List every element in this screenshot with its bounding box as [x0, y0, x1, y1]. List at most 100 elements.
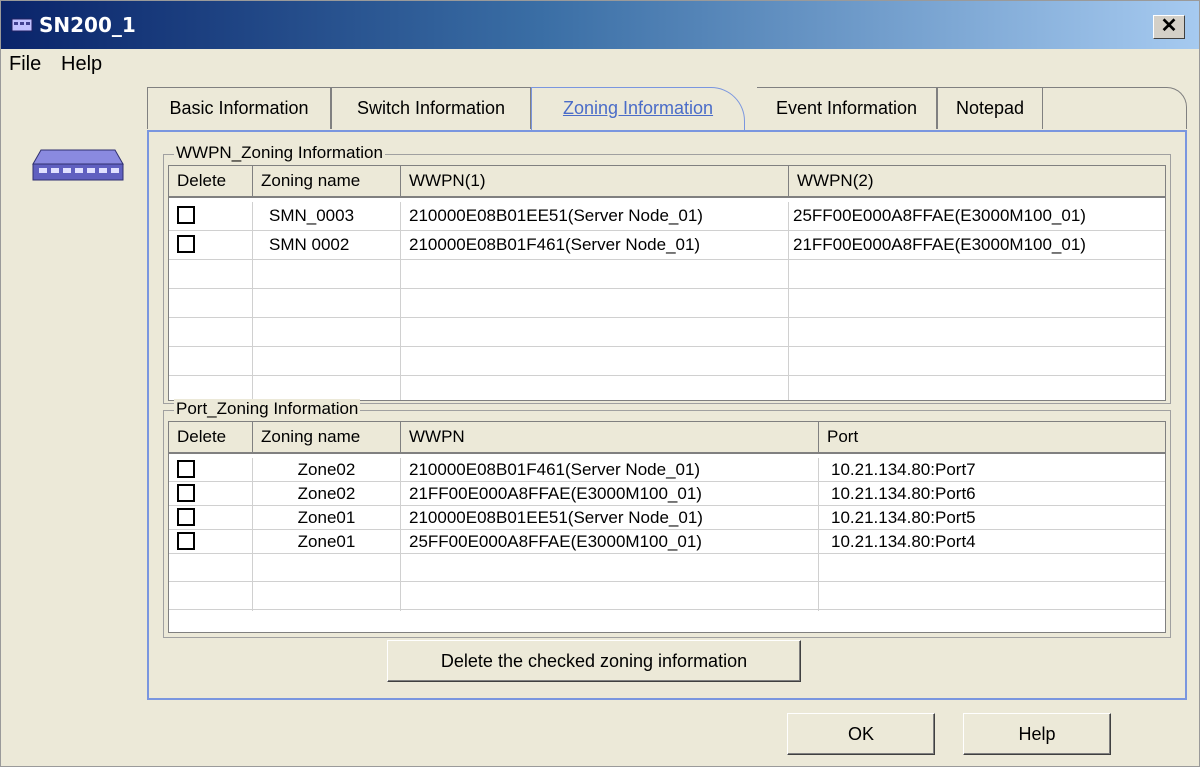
wwpn-zoning-table: Delete Zoning name WWPN(1) WWPN(2) SMN_0…: [168, 165, 1166, 401]
empty-cell: [401, 260, 789, 289]
tab-label: Zoning Information: [562, 98, 714, 118]
port-cell: 10.21.134.80:Port7: [831, 460, 976, 479]
title-bar[interactable]: SN200_1 ✕: [1, 1, 1199, 49]
tab-label: Notepad: [955, 98, 1025, 118]
switch-device-icon: [11, 18, 33, 32]
column-header[interactable]: Delete: [169, 422, 253, 454]
delete-checkbox[interactable]: [177, 484, 195, 502]
delete-checkbox[interactable]: [177, 235, 195, 253]
menu-bar: File Help: [1, 49, 1199, 83]
table-row[interactable]: [169, 318, 1165, 347]
empty-cell: [253, 260, 401, 289]
delete-checkbox[interactable]: [177, 508, 195, 526]
wwpn-cell: 21FF00E000A8FFAE(E3000M100_01): [401, 482, 819, 506]
delete-cell: [169, 231, 253, 260]
table-row[interactable]: [169, 260, 1165, 289]
table-row[interactable]: [169, 554, 1165, 583]
empty-cell: [789, 347, 1165, 376]
empty-cell: [253, 289, 401, 318]
table-row[interactable]: [169, 289, 1165, 318]
table-row[interactable]: SMN 0002 210000E08B01F461(Server Node_01…: [169, 231, 1165, 260]
table-row[interactable]: Zone02 210000E08B01F461(Server Node_01) …: [169, 458, 1165, 482]
menu-file[interactable]: File: [9, 53, 41, 76]
delete-checkbox[interactable]: [177, 206, 195, 224]
wwpn2-cell: 25FF00E000A8FFAE(E3000M100_01): [793, 206, 1086, 225]
tab-switch-information[interactable]: Switch Information: [331, 87, 531, 129]
tab-strip: Basic Information Switch Information Zon…: [147, 87, 1187, 131]
main-window: SN200_1 ✕ File Help Basic Information Sw…: [0, 0, 1200, 767]
tab-zoning-information[interactable]: Zoning Information: [531, 87, 745, 131]
zoning-name-cell: SMN_0003: [253, 202, 401, 231]
empty-cell: [253, 318, 401, 347]
empty-cell: [169, 347, 253, 376]
empty-cell: [169, 582, 253, 611]
column-header[interactable]: Delete: [169, 166, 253, 198]
zoning-name-cell: Zone02: [253, 458, 401, 482]
empty-cell: [253, 582, 401, 611]
port-cell: 10.21.134.80:Port6: [831, 484, 976, 503]
table-row[interactable]: Zone02 21FF00E000A8FFAE(E3000M100_01) 10…: [169, 482, 1165, 506]
table-row[interactable]: [169, 347, 1165, 376]
empty-cell: [819, 582, 1165, 611]
empty-cell: [789, 376, 1165, 400]
zoning-name-cell: Zone01: [253, 530, 401, 554]
port-cell: 10.21.134.80:Port5: [831, 508, 976, 527]
close-icon: ✕: [1160, 15, 1178, 37]
ok-button[interactable]: OK: [787, 713, 935, 755]
wwpn-zoning-rows: SMN_0003 210000E08B01EE51(Server Node_01…: [169, 202, 1165, 400]
zoning-name-cell: SMN 0002: [253, 231, 401, 260]
empty-cell: [401, 376, 789, 400]
column-header[interactable]: WWPN: [401, 422, 819, 454]
delete-checked-zoning-button[interactable]: Delete the checked zoning information: [387, 640, 801, 682]
wwpn2-cell: 21FF00E000A8FFAE(E3000M100_01): [793, 235, 1086, 254]
empty-cell: [401, 347, 789, 376]
delete-checkbox[interactable]: [177, 460, 195, 478]
empty-cell: [401, 582, 819, 611]
delete-cell: [169, 506, 253, 530]
column-header[interactable]: WWPN(1): [401, 166, 789, 198]
empty-cell: [169, 289, 253, 318]
empty-cell: [789, 260, 1165, 289]
delete-checkbox[interactable]: [177, 532, 195, 550]
delete-cell: [169, 458, 253, 482]
tab-label: Basic Information: [169, 98, 309, 118]
port-zoning-table: Delete Zoning name WWPN Port Zone02 2100…: [168, 421, 1166, 633]
wwpn-cell: 25FF00E000A8FFAE(E3000M100_01): [401, 530, 819, 554]
zoning-name-cell: Zone02: [253, 482, 401, 506]
column-header[interactable]: Zoning name: [253, 422, 401, 454]
delete-cell: [169, 530, 253, 554]
empty-cell: [401, 554, 819, 583]
group-title: Port_Zoning Information: [174, 399, 361, 419]
empty-cell: [169, 318, 253, 347]
empty-cell: [169, 376, 253, 400]
column-header[interactable]: Zoning name: [253, 166, 401, 198]
table-row[interactable]: [169, 582, 1165, 611]
table-row[interactable]: [169, 376, 1165, 400]
menu-help[interactable]: Help: [61, 53, 102, 76]
port-zoning-group: Port_Zoning Information Delete Zoning na…: [163, 399, 1171, 638]
table-row[interactable]: Zone01 25FF00E000A8FFAE(E3000M100_01) 10…: [169, 530, 1165, 554]
column-header[interactable]: Port: [819, 422, 1165, 454]
wwpn-cell: 210000E08B01F461(Server Node_01): [401, 458, 819, 482]
tab-label: Switch Information: [356, 98, 506, 118]
tab-basic-information[interactable]: Basic Information: [147, 87, 331, 129]
wwpn-zoning-group: WWPN_Zoning Information Delete Zoning na…: [163, 143, 1171, 404]
switch-device-icon: [32, 149, 124, 181]
delete-cell: [169, 202, 253, 231]
help-button[interactable]: Help: [963, 713, 1111, 755]
close-button[interactable]: ✕: [1153, 15, 1185, 39]
tab-event-information[interactable]: Event Information: [757, 87, 937, 129]
zoning-panel: WWPN_Zoning Information Delete Zoning na…: [147, 130, 1187, 700]
empty-cell: [819, 554, 1165, 583]
empty-cell: [789, 289, 1165, 318]
group-title: WWPN_Zoning Information: [174, 143, 385, 163]
wwpn1-cell: 210000E08B01EE51(Server Node_01): [401, 202, 789, 231]
empty-cell: [401, 289, 789, 318]
table-row[interactable]: SMN_0003 210000E08B01EE51(Server Node_01…: [169, 202, 1165, 231]
tab-strip-filler: [1043, 87, 1187, 129]
tab-notepad[interactable]: Notepad: [937, 87, 1043, 129]
empty-cell: [253, 376, 401, 400]
column-header[interactable]: WWPN(2): [789, 166, 1165, 198]
tab-label: Event Information: [775, 98, 918, 118]
table-row[interactable]: Zone01 210000E08B01EE51(Server Node_01) …: [169, 506, 1165, 530]
